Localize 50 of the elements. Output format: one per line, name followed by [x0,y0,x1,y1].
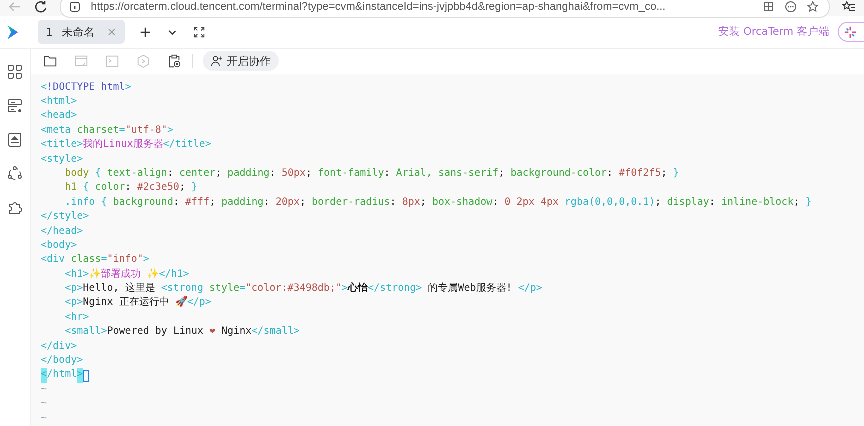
puzzle-icon[interactable] [7,200,23,216]
empty-line-marker: ~ [41,382,48,397]
code-line: <title>我的Linux服务器</title> [41,138,212,152]
server-icon[interactable] [7,98,23,114]
empty-line-marker: ~ [41,412,48,426]
code-line: <html> [41,95,78,110]
more-icon[interactable] [785,1,797,13]
clipboard-icon[interactable] [167,54,182,69]
folder-icon[interactable] [43,54,58,69]
code-line: .info { background: #fff; padding: 20px; border-radius: 8px; box-shadow: 0 2px 4px rgba(0,0,0,0.1); display: inline-block; } [64,196,812,210]
address-bar[interactable]: https://orcaterm.cloud.tencent.com/terminal?type=cvm&instanceId=ins-jvjpbb4d&region=ap-shanghai&from=cvm_co... [60,0,830,18]
install-client-link[interactable]: 安装 OrcaTerm 客户端 [718,25,830,39]
code-line: </html> [41,368,90,383]
empty-line-marker: ~ [41,397,48,412]
apps-grid-icon[interactable] [7,64,23,80]
add-icon[interactable] [139,26,152,38]
collaborate-button[interactable]: 开启协作 [203,51,279,72]
code-line: <style> [41,152,84,167]
code-line: </body> [41,354,84,368]
code-line: </style> [41,210,90,224]
ai-assistant-button[interactable] [838,22,864,42]
tab-label: 未命名 [62,24,95,40]
code-line: <!DOCTYPE html> [41,80,132,95]
reload-icon[interactable] [34,0,48,14]
code-line: <h1>✨部署成功 ✨</h1> [64,268,190,282]
terminal-tab[interactable]: 1 未命名 × [38,20,126,44]
code-line: <body> [41,238,78,253]
code-line: <hr> [64,310,90,325]
code-line: body { text-align: center; padding: 50px; font-family: Arial, sans-serif; background-color: #f0f2f5; } [64,166,680,181]
tab-number: 1 [46,26,53,38]
code-line: </head> [41,224,84,239]
code-line: h1 { color: #2c3e50; } [64,181,198,196]
code-line: <small>Powered by Linux ❤ Nginx</small> [64,325,300,340]
code-line: <p>Hello, 这里是 <strong style="color:#3498db;">心怡</strong> 的专属Web服务器! </p> [64,282,542,296]
code-line: <meta charset="utf-8"> [41,124,174,138]
fullscreen-icon[interactable] [193,26,206,38]
code-line: <div class="info"> [41,253,150,268]
code-line: <p>Nginx 正在运行中 🚀</p> [64,296,212,310]
code-line: </div> [41,340,78,354]
grid-icon[interactable] [763,1,775,13]
app-logo-icon [6,24,20,40]
star-icon[interactable] [807,1,819,13]
url-text: https://orcaterm.cloud.tencent.com/terminal?type=cvm&instanceId=ins-jvjpbb4d&region=ap-shanghai&from=cvm_co... [91,1,667,13]
drive-icon[interactable] [7,132,23,148]
code-line: <head> [41,109,78,124]
sparkle-icon [844,26,857,38]
nodes-icon[interactable] [7,166,23,182]
site-info-icon [69,1,81,13]
favorites-icon[interactable] [842,0,856,14]
add-user-icon [211,55,223,68]
